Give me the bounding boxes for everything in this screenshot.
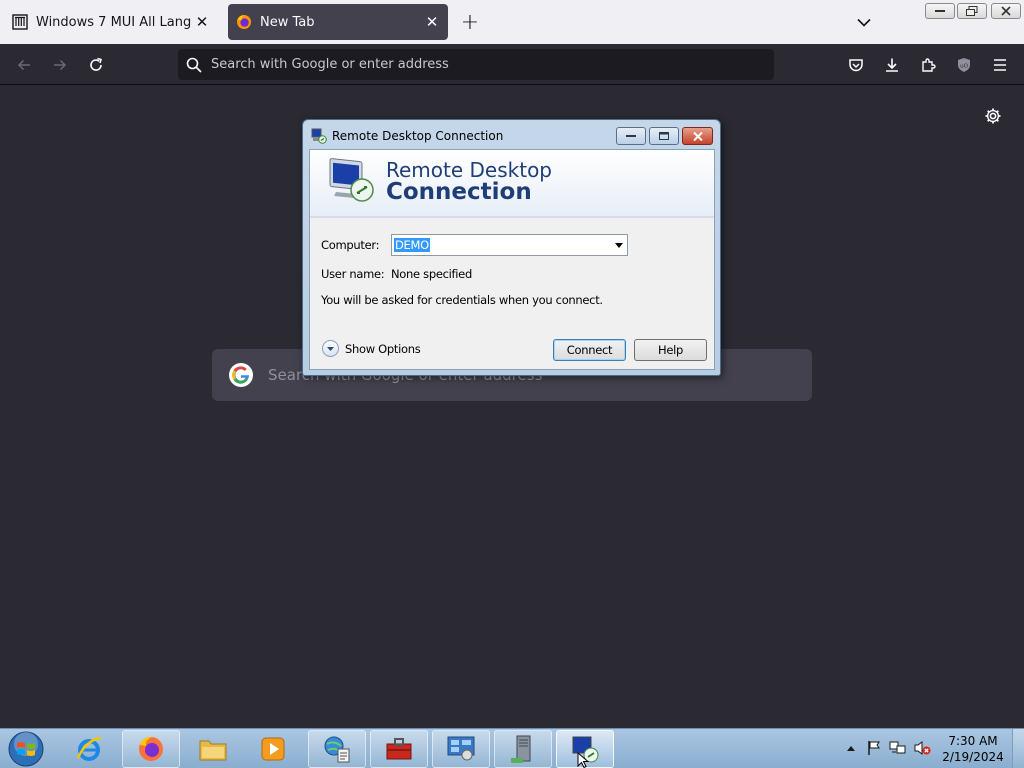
computer-value[interactable]: DEMO: [394, 238, 430, 252]
firefox-icon[interactable]: [122, 730, 180, 768]
dialog-banner: Remote Desktop Connection: [310, 150, 714, 218]
url-input[interactable]: [211, 57, 751, 72]
toolbox-icon[interactable]: [370, 730, 428, 768]
computer-combobox[interactable]: DEMO: [391, 234, 628, 256]
internet-explorer-icon[interactable]: [60, 730, 118, 768]
windows-orb-icon: [8, 731, 44, 767]
gear-icon[interactable]: [982, 105, 1004, 127]
tab-strip: Windows 7 MUI All Language P ✕ New Tab ✕…: [0, 0, 1024, 44]
navigation-toolbar: uO: [0, 44, 1024, 85]
volume-muted-icon[interactable]: [913, 739, 931, 757]
dialog-title-bar[interactable]: Remote Desktop Connection: [311, 126, 503, 146]
username-value: None specified: [391, 267, 472, 281]
credentials-info-text: You will be asked for credentials when y…: [321, 293, 603, 307]
dropdown-arrow-icon[interactable]: [614, 242, 624, 249]
show-desktop-button[interactable]: [1012, 729, 1024, 768]
action-center-flag-icon[interactable]: [865, 739, 883, 757]
show-hidden-icons-icon[interactable]: [842, 739, 860, 757]
tab-windows7-mui[interactable]: Windows 7 MUI All Language P ✕: [4, 4, 218, 40]
dialog-close-button[interactable]: [682, 127, 713, 145]
minimize-window-button[interactable]: [925, 3, 955, 19]
ublock-shield-icon[interactable]: uO: [951, 52, 977, 78]
url-bar[interactable]: [178, 49, 774, 80]
start-button[interactable]: [6, 730, 46, 768]
computer-label: Computer:: [321, 238, 380, 252]
firefox-icon: [236, 14, 252, 30]
back-icon[interactable]: [11, 52, 37, 78]
dialog-maximize-button[interactable]: [649, 127, 679, 145]
chevron-down-icon[interactable]: [322, 340, 339, 357]
search-icon: [186, 57, 202, 73]
help-button[interactable]: Help: [634, 339, 707, 361]
taskbar-clock[interactable]: 7:30 AM 2/19/2024: [942, 733, 1004, 765]
file-explorer-icon[interactable]: [184, 730, 242, 768]
clock-time: 7:30 AM: [948, 734, 998, 748]
pocket-icon[interactable]: [843, 52, 869, 78]
google-logo-icon: [228, 362, 254, 388]
server-icon[interactable]: [494, 730, 552, 768]
clock-date: 2/19/2024: [942, 750, 1004, 764]
tab-new-tab[interactable]: New Tab ✕: [228, 4, 448, 40]
username-label: User name:: [321, 267, 385, 281]
remote-desktop-icon: [311, 128, 327, 144]
media-player-icon[interactable]: [244, 730, 302, 768]
downloads-icon[interactable]: [879, 52, 905, 78]
forward-icon[interactable]: [47, 52, 73, 78]
archive-icon: [12, 14, 28, 30]
banner-title-line2: Connection: [386, 179, 532, 205]
app-menu-icon[interactable]: [987, 52, 1013, 78]
new-tab-button[interactable]: +: [458, 10, 482, 35]
tab-title: Windows 7 MUI All Language P: [36, 14, 191, 30]
close-tab-icon[interactable]: ✕: [191, 11, 213, 33]
remote-desktop-dialog: Remote Desktop Connection Remote Desktop…: [302, 119, 721, 376]
dialog-body: Remote Desktop Connection Computer: DEMO…: [309, 149, 715, 370]
dialog-title: Remote Desktop Connection: [332, 129, 504, 143]
tab-title: New Tab: [260, 14, 315, 30]
close-tab-icon[interactable]: ✕: [421, 11, 443, 33]
network-settings-icon[interactable]: [308, 730, 366, 768]
show-options-toggle[interactable]: Show Options: [322, 340, 421, 357]
show-options-label[interactable]: Show Options: [345, 342, 421, 356]
remote-desktop-monitor-icon: [329, 158, 374, 202]
dialog-minimize-button[interactable]: [616, 127, 646, 145]
reload-icon[interactable]: [83, 52, 109, 78]
extensions-icon[interactable]: [915, 52, 941, 78]
taskbar: 7:30 AM 2/19/2024: [0, 728, 1024, 768]
control-panel-icon[interactable]: [432, 730, 490, 768]
svg-text:uO: uO: [960, 64, 968, 70]
restore-window-button[interactable]: [957, 3, 987, 19]
network-status-icon[interactable]: [889, 739, 907, 757]
mouse-cursor-icon: [577, 752, 589, 768]
connect-button[interactable]: Connect: [553, 339, 626, 361]
list-all-tabs-icon[interactable]: [852, 10, 876, 34]
close-window-button[interactable]: [991, 3, 1021, 19]
